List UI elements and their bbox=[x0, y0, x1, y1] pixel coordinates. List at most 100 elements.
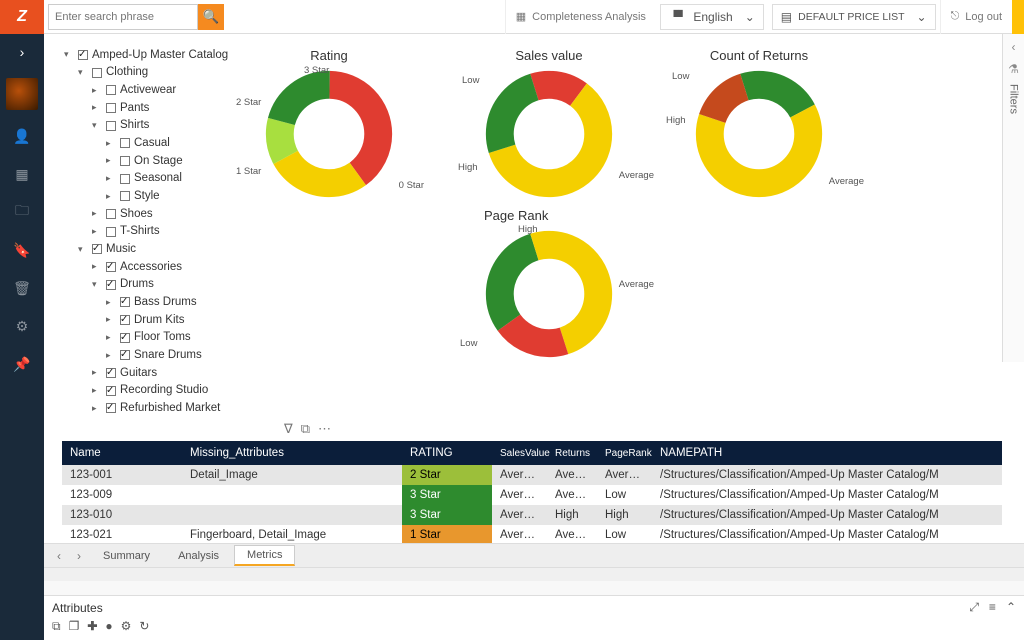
table-row[interactable]: 123-001Detail_Image2 StarAverageAverageA… bbox=[62, 465, 1002, 485]
th-sales[interactable]: SalesValue bbox=[492, 441, 547, 465]
th-returns[interactable]: Returns bbox=[547, 441, 597, 465]
expand-icon[interactable]: ⤢ bbox=[969, 600, 979, 615]
table-row[interactable]: 123-0103 StarAverageHighHigh/Structures/… bbox=[62, 505, 1002, 525]
tree-clothing[interactable]: ▾Clothing bbox=[64, 64, 254, 82]
th-missing[interactable]: Missing_Attributes bbox=[182, 441, 402, 465]
search-button[interactable]: 🔍 bbox=[198, 4, 224, 30]
grid-icon-nav[interactable]: ▦ bbox=[10, 162, 34, 186]
tree-style[interactable]: ▸Style bbox=[64, 187, 254, 205]
tree-refurbished[interactable]: ▸Refurbished Market bbox=[64, 399, 254, 417]
tree-checkbox[interactable] bbox=[92, 68, 102, 78]
rail-picture-icon[interactable] bbox=[6, 78, 38, 110]
tree-checkbox[interactable] bbox=[92, 244, 102, 254]
tree-casual[interactable]: ▸Casual bbox=[64, 134, 254, 152]
tree-checkbox[interactable] bbox=[106, 368, 116, 378]
table-row[interactable]: 123-0093 StarAverageAverageLow/Structure… bbox=[62, 485, 1002, 505]
th-rating[interactable]: RATING bbox=[402, 441, 492, 465]
tree-checkbox[interactable] bbox=[106, 121, 116, 131]
chart-rating-donut[interactable]: 0 Star 1 Star 2 Star 3 Star bbox=[264, 69, 394, 199]
tree-checkbox[interactable] bbox=[120, 138, 130, 148]
chart-sales-donut[interactable]: Low Average High bbox=[484, 69, 614, 199]
horizontal-scrollbar[interactable] bbox=[44, 567, 1024, 581]
chart-returns-donut[interactable]: Low Average High bbox=[694, 69, 824, 199]
attr-settings-icon[interactable]: ⚙ bbox=[121, 619, 132, 634]
tree-drumkits[interactable]: ▸Drum Kits bbox=[64, 311, 254, 329]
tree-pants[interactable]: ▸Pants bbox=[64, 99, 254, 117]
export-icon[interactable]: ⧉ bbox=[301, 421, 310, 437]
tree-music[interactable]: ▾Music bbox=[64, 240, 254, 258]
tab-metrics[interactable]: Metrics bbox=[234, 545, 295, 566]
tree-snaredrums[interactable]: ▸Snare Drums bbox=[64, 346, 254, 364]
tree-shoes[interactable]: ▸Shoes bbox=[64, 205, 254, 223]
tree-checkbox[interactable] bbox=[120, 297, 130, 307]
tree-onstage[interactable]: ▸On Stage bbox=[64, 152, 254, 170]
attr-remove-icon[interactable]: ● bbox=[105, 619, 112, 634]
tree-drums[interactable]: ▾Drums bbox=[64, 276, 254, 294]
cell-path: /Structures/Classification/Amped-Up Mast… bbox=[652, 525, 1002, 543]
tree-checkbox[interactable] bbox=[106, 209, 116, 219]
tree-ampedup[interactable]: ▾Amped-Up Master Catalog bbox=[64, 46, 254, 64]
attr-copy-icon[interactable]: ⧉ bbox=[52, 619, 61, 634]
chevron-down-icon: ⌄ bbox=[745, 10, 755, 24]
filter-icon[interactable]: ∇ bbox=[284, 421, 293, 437]
attr-clone-icon[interactable]: ❐ bbox=[69, 619, 80, 634]
tree-checkbox[interactable] bbox=[120, 350, 130, 360]
tree-guitars[interactable]: ▸Guitars bbox=[64, 364, 254, 382]
attr-add-icon[interactable]: ✚ bbox=[87, 619, 97, 634]
tree-checkbox[interactable] bbox=[78, 50, 88, 60]
pricelist-selector[interactable]: ▤ DEFAULT PRICE LIST ⌄ bbox=[772, 4, 936, 30]
logout-button[interactable]: ⎋ Log out bbox=[940, 0, 1012, 34]
tree-tshirts[interactable]: ▸T-Shirts bbox=[64, 223, 254, 241]
tabs-prev-button[interactable]: ‹ bbox=[50, 549, 68, 563]
th-name[interactable]: Name bbox=[62, 441, 182, 465]
tree-checkbox[interactable] bbox=[106, 262, 116, 272]
tree-checkbox[interactable] bbox=[106, 386, 116, 396]
cell-returns: High bbox=[547, 505, 597, 525]
tree-checkbox[interactable] bbox=[106, 85, 116, 95]
label-pr-avg: Average bbox=[619, 279, 654, 290]
tree-recordingstudio[interactable]: ▸Recording Studio bbox=[64, 382, 254, 400]
tree-checkbox[interactable] bbox=[120, 174, 130, 184]
tree-checkbox[interactable] bbox=[120, 333, 130, 343]
attr-refresh-icon[interactable]: ↻ bbox=[139, 619, 149, 634]
tree-checkbox[interactable] bbox=[120, 315, 130, 325]
bookmark-icon[interactable]: 🔖 bbox=[10, 238, 34, 262]
tree-bassdrums[interactable]: ▸Bass Drums bbox=[64, 293, 254, 311]
tab-analysis[interactable]: Analysis bbox=[165, 546, 232, 566]
tree-seasonal[interactable]: ▸Seasonal bbox=[64, 170, 254, 188]
th-pagerank[interactable]: PageRank bbox=[597, 441, 652, 465]
tree-checkbox[interactable] bbox=[120, 191, 130, 201]
tree-floortoms[interactable]: ▸Floor Toms bbox=[64, 329, 254, 347]
user-icon[interactable]: 👤 bbox=[10, 124, 34, 148]
settings-icon[interactable]: ⚙ bbox=[10, 314, 34, 338]
tree-activewear[interactable]: ▸Activewear bbox=[64, 81, 254, 99]
completeness-analysis-button[interactable]: ▦ Completeness Analysis bbox=[505, 0, 656, 34]
tree-checkbox[interactable] bbox=[106, 280, 116, 290]
rail-expand-button[interactable]: › bbox=[10, 40, 34, 64]
chart-pagerank-donut[interactable]: Low Average High bbox=[484, 229, 614, 359]
pin-icon[interactable]: 📌 bbox=[10, 352, 34, 376]
attributes-panel: Attributes ⤢ ≡ ⌃ ⧉ ❐ ✚ ● ⚙ ↻ bbox=[44, 595, 1024, 640]
chart-pagerank-title: Page Rank bbox=[484, 208, 614, 223]
app-logo[interactable]: Z bbox=[0, 0, 44, 34]
tree-checkbox[interactable] bbox=[106, 103, 116, 113]
th-namepath[interactable]: NAMEPATH bbox=[652, 441, 1002, 465]
more-icon[interactable]: ⋯ bbox=[318, 421, 331, 437]
tabs-next-button[interactable]: › bbox=[70, 549, 88, 563]
charts-area: Rating 0 Star 1 Star 2 Star 3 Sta bbox=[254, 38, 1016, 417]
tree-checkbox[interactable] bbox=[106, 403, 116, 413]
tree-accessories[interactable]: ▸Accessories bbox=[64, 258, 254, 276]
logout-label: Log out bbox=[965, 11, 1002, 23]
table-row[interactable]: 123-021Fingerboard, Detail_Image1 StarAv… bbox=[62, 525, 1002, 543]
tab-summary[interactable]: Summary bbox=[90, 546, 163, 566]
search-input[interactable] bbox=[48, 4, 198, 30]
language-selector[interactable]: ▝▘ English ⌄ bbox=[660, 4, 764, 30]
folder-icon[interactable]: 🗀 bbox=[10, 200, 34, 224]
tree-shirts[interactable]: ▾Shirts bbox=[64, 117, 254, 135]
tree-label: Music bbox=[106, 241, 136, 258]
tree-checkbox[interactable] bbox=[120, 156, 130, 166]
tree-checkbox[interactable] bbox=[106, 227, 116, 237]
trash-icon[interactable]: 🗑 bbox=[10, 276, 34, 300]
list-icon[interactable]: ≡ bbox=[989, 600, 996, 615]
collapse-icon[interactable]: ⌃ bbox=[1006, 600, 1016, 615]
